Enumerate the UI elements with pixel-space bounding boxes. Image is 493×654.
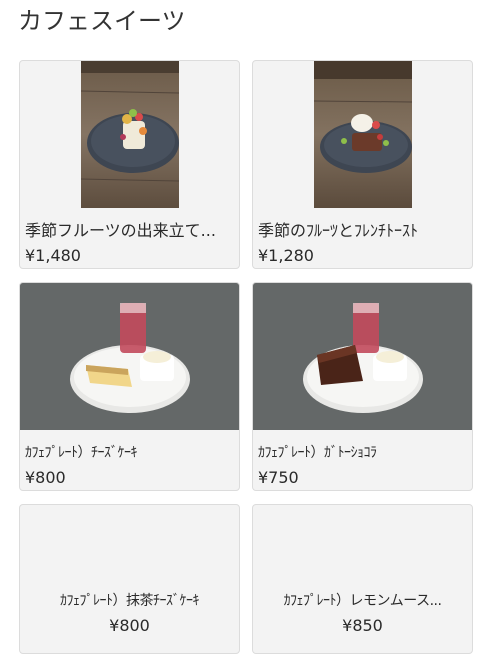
menu-item-card[interactable]: ｶﾌｪﾌﾟﾚｰﾄ）ｶﾞﾄｰｼｮｺﾗ ¥750 xyxy=(252,282,473,491)
menu-item-image xyxy=(253,283,472,430)
menu-item-price: ¥1,280 xyxy=(258,246,314,265)
menu-item-card[interactable]: ｶﾌｪﾌﾟﾚｰﾄ）ﾁｰｽﾞｹｰｷ ¥800 xyxy=(19,282,240,491)
menu-item-price: ¥800 xyxy=(109,616,150,635)
menu-item-price: ¥750 xyxy=(258,468,299,487)
menu-item-name: ｶﾌｪﾌﾟﾚｰﾄ）ﾁｰｽﾞｹｰｷ xyxy=(25,445,138,461)
menu-item-card[interactable]: 季節のﾌﾙｰﾂとﾌﾚﾝﾁﾄｰｽﾄ ¥1,280 xyxy=(252,60,473,269)
menu-item-card[interactable]: ｶﾌｪﾌﾟﾚｰﾄ）抹茶ﾁｰｽﾞｹｰｷ ¥800 xyxy=(19,504,240,654)
menu-item-name: 季節のﾌﾙｰﾂとﾌﾚﾝﾁﾄｰｽﾄ xyxy=(258,221,419,240)
menu-item-name: ｶﾌｪﾌﾟﾚｰﾄ）抹茶ﾁｰｽﾞｹｰｷ xyxy=(60,593,200,609)
menu-item-image xyxy=(314,61,412,208)
menu-item-price: ¥800 xyxy=(25,468,66,487)
menu-item-name: ｶﾌｪﾌﾟﾚｰﾄ）レモンムース... xyxy=(283,593,442,609)
section-title: カフェスイーツ xyxy=(18,7,186,35)
menu-item-price: ¥1,480 xyxy=(25,246,81,265)
menu-item-image xyxy=(81,61,179,208)
menu-item-image xyxy=(20,283,239,430)
menu-item-name: ｶﾌｪﾌﾟﾚｰﾄ）ｶﾞﾄｰｼｮｺﾗ xyxy=(258,445,377,461)
menu-item-card[interactable]: ｶﾌｪﾌﾟﾚｰﾄ）レモンムース... ¥850 xyxy=(252,504,473,654)
menu-item-name: 季節フルーツの出来立て... xyxy=(25,221,216,240)
menu-item-card[interactable]: 季節フルーツの出来立て... ¥1,480 xyxy=(19,60,240,269)
menu-item-price: ¥850 xyxy=(342,616,383,635)
